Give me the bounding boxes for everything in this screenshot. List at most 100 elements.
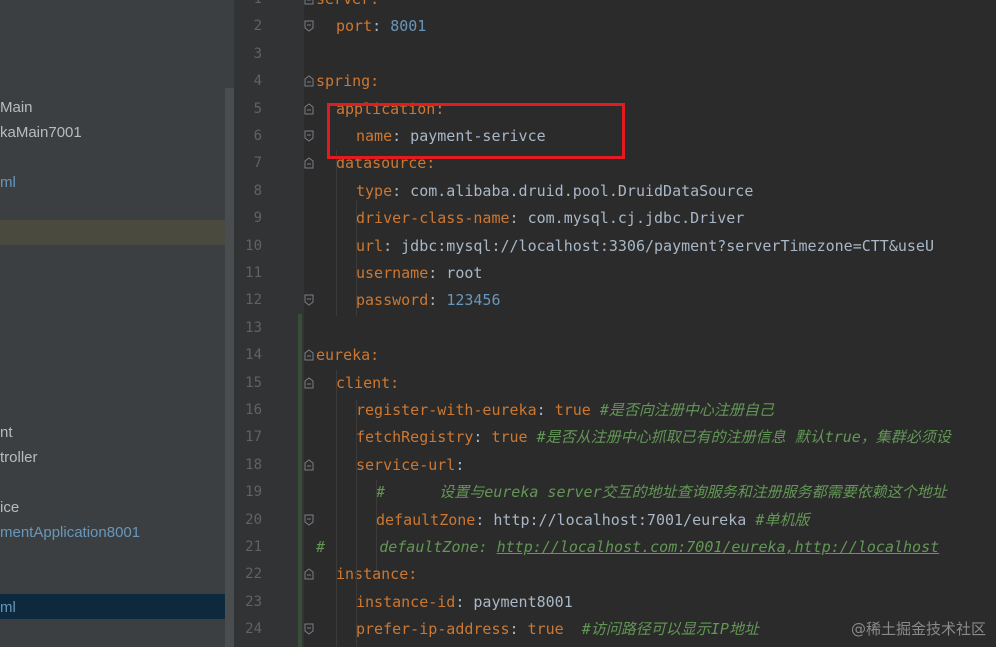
code-line[interactable]: spring: (316, 68, 379, 95)
vcs-change-marker[interactable] (298, 314, 302, 647)
code-token: 8001 (390, 17, 427, 36)
code-token: 123456 (446, 291, 501, 310)
code-token: : (372, 17, 391, 36)
indent-guide (356, 200, 357, 316)
line-number: 9 (253, 210, 262, 227)
line-number: 8 (253, 182, 262, 199)
code-line[interactable]: username: root (356, 260, 482, 287)
tree-item[interactable]: ice (0, 496, 19, 520)
code-token: : jdbc:mysql://localhost:3306/payment?se… (383, 236, 934, 255)
line-number: 10 (245, 237, 262, 254)
code-token: : http://localhost:7001/eureka (475, 510, 756, 529)
line-number: 18 (245, 456, 262, 473)
code-token: : payment8001 (455, 592, 573, 611)
line-number: 20 (245, 511, 262, 528)
code-token: fetchRegistry (356, 428, 474, 447)
code-line[interactable]: server: (316, 0, 379, 13)
code-token: username (356, 264, 429, 282)
indent-guide (356, 400, 357, 647)
tree-item[interactable]: ml (0, 171, 16, 195)
line-number: 13 (245, 319, 262, 336)
code-token: url (356, 236, 384, 255)
highlight-annotation-box (327, 103, 625, 159)
code-token: : (455, 455, 465, 474)
line-number: 19 (245, 484, 262, 501)
code-token: # defaultZone: (316, 538, 497, 556)
code-line[interactable]: instance-id: payment8001 (356, 589, 573, 616)
code-token: : com.mysql.cj.jdbc.Driver (509, 209, 745, 228)
line-number: 23 (245, 593, 262, 610)
tree-item[interactable]: kaMain7001 (0, 121, 82, 145)
code-token: #访问路径可以显示IP地址 (563, 620, 759, 639)
line-number: 14 (245, 347, 262, 364)
line-number: 17 (245, 429, 262, 446)
line-number-gutter: 123456789101112131415161718192021222324 (234, 0, 314, 647)
code-token: # 设置与eureka server交互的地址查询服务和注册服务都需要依赖这个地… (376, 483, 947, 502)
code-token: instance-id (356, 592, 456, 611)
code-line[interactable]: # defaultZone: http://localhost.com:7001… (316, 534, 939, 561)
line-number: 11 (245, 265, 262, 281)
code-token: register-with-eureka (356, 401, 537, 419)
tree-item[interactable]: mentApplication8001 (0, 521, 140, 545)
line-number: 21 (245, 539, 262, 555)
code-line[interactable]: fetchRegistry: true #是否从注册中心抓取已有的注册信息 默认… (356, 424, 951, 451)
line-number: 15 (245, 374, 262, 391)
line-number: 1 (234, 0, 262, 13)
line-number: 2 (253, 18, 262, 35)
tree-item[interactable]: ml (0, 596, 16, 620)
line-number: 5 (253, 100, 262, 117)
tree-item[interactable]: Main (0, 96, 33, 120)
code-token: password (356, 291, 429, 310)
code-token: : root (428, 264, 483, 282)
code-token: #是否向注册中心注册自己 (590, 401, 774, 419)
code-token: client: (336, 373, 400, 392)
code-token: true (554, 401, 591, 419)
code-line[interactable]: port: 8001 (336, 13, 426, 40)
code-token: server: (316, 0, 379, 8)
code-line[interactable]: register-with-eureka: true #是否向注册中心注册自己 (356, 397, 774, 424)
line-number: 4 (253, 73, 262, 90)
code-token: #单机版 (755, 510, 810, 529)
tree-row-selected[interactable] (0, 594, 234, 619)
code-token: : (428, 291, 447, 310)
line-number: 22 (245, 566, 262, 583)
code-token: type (356, 181, 393, 200)
code-token: true (491, 428, 528, 447)
code-line[interactable]: url: jdbc:mysql://localhost:3306/payment… (356, 233, 934, 260)
tree-row-highlight[interactable] (0, 220, 234, 245)
code-token: : (473, 428, 492, 447)
sidebar-scrollbar[interactable] (225, 88, 234, 647)
indent-guide (336, 150, 337, 316)
code-line[interactable]: eureka: (316, 342, 379, 369)
code-line[interactable]: service-url: (356, 452, 464, 479)
code-line[interactable]: client: (336, 370, 399, 397)
code-token: prefer-ip-address (356, 620, 510, 639)
code-token: true (527, 620, 564, 639)
line-number: 6 (253, 128, 262, 144)
tree-item[interactable]: nt (0, 421, 13, 445)
watermark: @稀土掘金技术社区 (850, 620, 986, 638)
code-token: driver-class-name (356, 209, 510, 228)
code-token: : com.alibaba.druid.pool.DruidDataSource (392, 181, 754, 200)
code-token: : (509, 620, 528, 639)
line-number: 24 (245, 621, 262, 638)
code-token: defaultZone (376, 510, 476, 529)
line-number: 7 (253, 155, 262, 172)
code-line[interactable]: password: 123456 (356, 287, 501, 314)
code-token: : (536, 401, 555, 419)
code-line[interactable]: prefer-ip-address: true #访问路径可以显示IP地址 (356, 616, 759, 643)
tree-item[interactable]: troller (0, 446, 38, 470)
code-line[interactable]: driver-class-name: com.mysql.cj.jdbc.Dri… (356, 205, 744, 232)
code-line[interactable]: # 设置与eureka server交互的地址查询服务和注册服务都需要依赖这个地… (376, 479, 947, 506)
code-editor[interactable]: server:port: 8001spring:application:name… (304, 0, 996, 647)
code-token: eureka: (316, 346, 380, 365)
line-number: 12 (245, 292, 262, 309)
code-token: service-url (356, 455, 456, 474)
code-token: #是否从注册中心抓取已有的注册信息 默认true，集群必须设 (527, 428, 951, 447)
code-token: port (336, 17, 373, 36)
project-tree-panel: Main kaMain7001 ml nt troller ice mentApplicat… (0, 0, 234, 647)
code-token: spring: (316, 72, 380, 91)
code-token: http://localhost.com:7001/eureka,http://… (496, 538, 940, 556)
code-line[interactable]: defaultZone: http://localhost:7001/eurek… (376, 507, 809, 534)
code-line[interactable]: type: com.alibaba.druid.pool.DruidDataSo… (356, 178, 753, 205)
